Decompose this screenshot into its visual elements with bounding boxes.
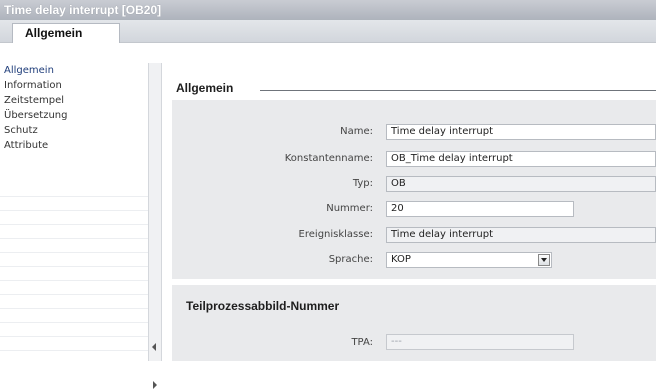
number-field[interactable]: 20 bbox=[386, 201, 574, 217]
tpa-label: TPA: bbox=[351, 337, 373, 348]
sidebar-item-schutz[interactable]: Schutz bbox=[0, 123, 150, 138]
panel-splitter[interactable] bbox=[148, 63, 162, 389]
type-label: Typ: bbox=[352, 178, 373, 189]
general-panel: Name: Time delay interrupt Konstantennam… bbox=[172, 100, 656, 279]
language-label: Sprache: bbox=[328, 254, 373, 265]
constant-name-label: Konstantenname: bbox=[284, 153, 373, 164]
sidebar-item-uebersetzung[interactable]: Übersetzung bbox=[0, 108, 150, 123]
section-title-allgemein: Allgemein bbox=[176, 81, 234, 95]
sidebar-item-allgemein[interactable]: Allgemein bbox=[0, 63, 150, 78]
language-dropdown[interactable]: KOP bbox=[386, 252, 552, 268]
language-value: KOP bbox=[391, 254, 411, 265]
chevron-down-icon[interactable] bbox=[538, 254, 550, 266]
process-image-panel: Teilprozessabbild-Nummer TPA: --- bbox=[172, 285, 656, 361]
section-title-process-image: Teilprozessabbild-Nummer bbox=[186, 299, 340, 313]
tpa-field: --- bbox=[386, 334, 574, 350]
sidebar-item-attribute[interactable]: Attribute bbox=[0, 138, 150, 153]
section-divider bbox=[260, 90, 656, 91]
sidebar-item-information[interactable]: Information bbox=[0, 78, 150, 93]
constant-name-field[interactable]: OB_Time delay interrupt bbox=[386, 151, 656, 167]
sidebar-empty-area bbox=[0, 183, 150, 361]
type-field: OB bbox=[386, 176, 656, 192]
number-label: Nummer: bbox=[326, 203, 373, 214]
name-field[interactable]: Time delay interrupt bbox=[386, 124, 656, 140]
tab-allgemein[interactable]: Allgemein bbox=[12, 23, 120, 43]
expand-right-icon[interactable] bbox=[153, 381, 157, 389]
window-title: Time delay interrupt [OB20] bbox=[0, 0, 656, 20]
sidebar-item-zeitstempel[interactable]: Zeitstempel bbox=[0, 93, 150, 108]
properties-content: Allgemein Name: Time delay interrupt Kon… bbox=[162, 63, 656, 361]
name-label: Name: bbox=[340, 126, 373, 137]
collapse-left-icon[interactable] bbox=[152, 343, 156, 351]
event-class-field: Time delay interrupt bbox=[386, 227, 656, 243]
event-class-label: Ereignisklasse: bbox=[298, 229, 373, 240]
tab-strip: Allgemein bbox=[0, 20, 656, 43]
